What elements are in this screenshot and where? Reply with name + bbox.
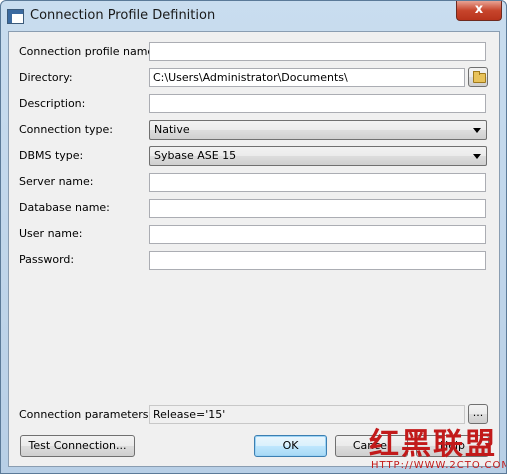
watermark-logo: 红黑联盟 <box>369 427 497 462</box>
close-icon: x <box>474 2 484 17</box>
dialog-window: Connection Profile Definition x Connecti… <box>0 0 507 474</box>
directory-label: Directory: <box>19 71 73 84</box>
password-input[interactable] <box>149 251 486 270</box>
watermark-url: HTTP://WWW.2CTO.COM <box>371 460 507 471</box>
description-label: Description: <box>19 97 86 110</box>
test-connection-button[interactable]: Test Connection... <box>20 435 135 457</box>
directory-browse-button[interactable] <box>468 67 488 87</box>
server-name-input[interactable] <box>149 173 486 192</box>
profile-name-label: Connection profile name: <box>19 45 158 58</box>
connection-type-value: Native <box>154 123 190 136</box>
profile-name-input[interactable] <box>149 42 486 61</box>
dbms-type-select[interactable]: Sybase ASE 15 <box>149 146 487 166</box>
dropdown-arrow-icon <box>473 154 481 159</box>
window-title: Connection Profile Definition <box>30 8 216 23</box>
password-label: Password: <box>19 253 75 266</box>
connection-parameters-label: Connection parameters: <box>19 408 153 421</box>
dbms-type-value: Sybase ASE 15 <box>154 149 237 162</box>
database-name-label: Database name: <box>19 201 110 214</box>
connection-type-select[interactable]: Native <box>149 120 487 140</box>
dbms-type-label: DBMS type: <box>19 149 84 162</box>
folder-icon <box>473 71 486 83</box>
dialog-body: Connection profile name: Directory: C:\U… <box>8 31 500 467</box>
description-input[interactable] <box>149 94 486 113</box>
dropdown-arrow-icon <box>473 128 481 133</box>
window-icon <box>7 9 24 24</box>
directory-input[interactable]: C:\Users\Administrator\Documents\ <box>149 68 465 87</box>
database-name-input[interactable] <box>149 199 486 218</box>
server-name-label: Server name: <box>19 175 94 188</box>
ok-button[interactable]: OK <box>254 435 327 457</box>
title-bar[interactable]: Connection Profile Definition x <box>1 1 506 31</box>
user-name-input[interactable] <box>149 225 486 244</box>
user-name-label: User name: <box>19 227 83 240</box>
close-button[interactable]: x <box>456 1 502 21</box>
connection-type-label: Connection type: <box>19 123 114 136</box>
